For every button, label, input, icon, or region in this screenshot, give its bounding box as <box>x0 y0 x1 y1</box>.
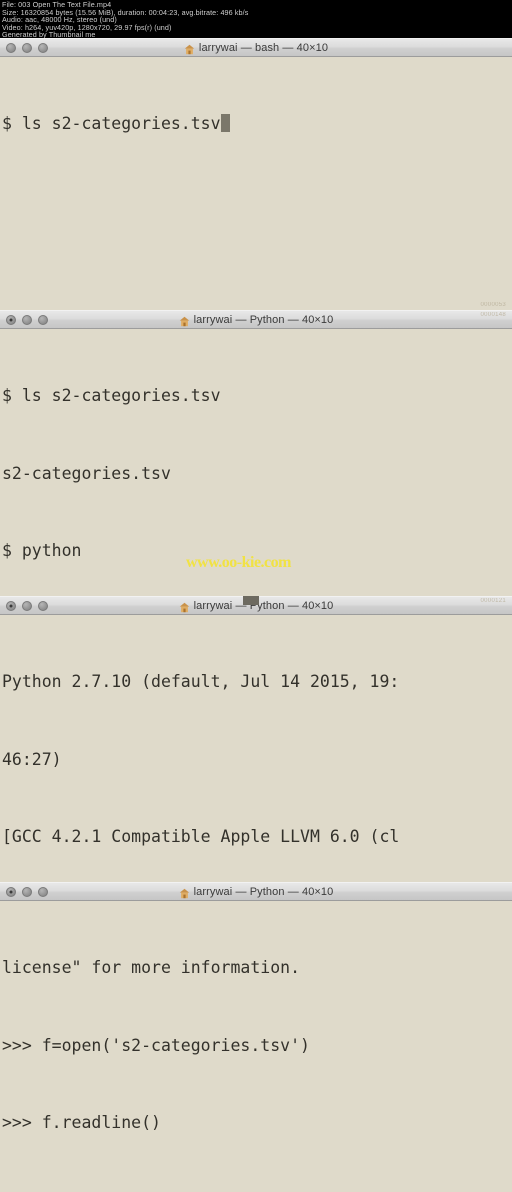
terminal-line: >>> f=open('s2-categories.tsv') <box>2 1035 310 1055</box>
traffic-lights-4[interactable] <box>0 886 48 897</box>
terminal-line: Python 2.7.10 (default, Jul 14 2015, 19: <box>2 671 400 691</box>
home-icon <box>179 600 190 613</box>
home-icon <box>184 42 195 55</box>
frame-watermark-1: 0000053 <box>480 302 506 308</box>
terminal-line: 46:27) <box>2 749 62 769</box>
text-cursor <box>220 113 230 132</box>
zoom-button[interactable] <box>38 600 48 611</box>
minimize-button[interactable] <box>22 42 32 53</box>
terminal-line: $ ls s2-categories.tsv <box>2 385 221 405</box>
terminal-body-1[interactable]: $ ls s2-categories.tsv <box>0 57 512 189</box>
terminal-body-2[interactable]: $ ls s2-categories.tsv s2-categories.tsv… <box>0 329 512 596</box>
home-icon <box>179 314 190 327</box>
title-center-4: larrywai — Python — 40×10 <box>0 883 512 900</box>
terminal-line: $ python <box>2 541 82 561</box>
terminal-body-3[interactable]: Python 2.7.10 (default, Jul 14 2015, 19:… <box>0 615 512 882</box>
titlebar-4[interactable]: larrywai — Python — 40×10 <box>0 882 512 901</box>
close-button[interactable] <box>6 886 16 897</box>
terminal-window-4[interactable]: larrywai — Python — 40×10 license" for m… <box>0 882 512 1192</box>
titlebar-2[interactable]: larrywai — Python — 40×10 <box>0 310 512 329</box>
close-button[interactable] <box>6 314 16 325</box>
title-center-2: larrywai — Python — 40×10 <box>0 311 512 328</box>
traffic-lights-1[interactable] <box>0 42 48 53</box>
terminal-window-3[interactable]: larrywai — Python — 40×10 Python 2.7.10 … <box>0 596 512 882</box>
traffic-lights-2[interactable] <box>0 314 48 325</box>
titlebar-1[interactable]: larrywai — bash — 40×10 <box>0 38 512 57</box>
terminal-line: s2-categories.tsv <box>2 463 171 483</box>
zoom-button[interactable] <box>38 314 48 325</box>
terminal-line-text: $ ls s2-categories.tsv <box>2 113 221 133</box>
video-metadata-header: File: 003 Open The Text File.mp4 Size: 1… <box>0 0 512 38</box>
minimize-button[interactable] <box>22 886 32 897</box>
terminal-line: $ ls s2-categories.tsv <box>2 111 512 137</box>
window-title-3: larrywai — Python — 40×10 <box>193 599 334 612</box>
terminal-line: >>> f.readline() <box>2 1113 161 1133</box>
title-center-1: larrywai — bash — 40×10 <box>0 39 512 56</box>
terminal-line: license" for more information. <box>2 957 301 977</box>
terminal-window-1[interactable]: larrywai — bash — 40×10 $ ls s2-categori… <box>0 38 512 310</box>
minimize-button[interactable] <box>22 314 32 325</box>
traffic-lights-3[interactable] <box>0 600 48 611</box>
close-button[interactable] <box>6 42 16 53</box>
terminal-body-4[interactable]: license" for more information. >>> f=ope… <box>0 901 512 1192</box>
terminal-line: 'courseid\tcategory\tsubcategory\n' <box>2 1188 512 1192</box>
home-icon <box>179 886 190 899</box>
minimize-button[interactable] <box>22 600 32 611</box>
window-title-2: larrywai — Python — 40×10 <box>193 313 334 326</box>
zoom-button[interactable] <box>38 886 48 897</box>
window-title-1: larrywai — bash — 40×10 <box>198 41 329 54</box>
terminal-line: [GCC 4.2.1 Compatible Apple LLVM 6.0 (cl <box>2 827 400 847</box>
window-title-4: larrywai — Python — 40×10 <box>193 885 334 898</box>
zoom-button[interactable] <box>38 42 48 53</box>
close-button[interactable] <box>6 600 16 611</box>
video-generator-line: Generated by Thumbnail me <box>2 30 96 38</box>
terminal-window-2[interactable]: larrywai — Python — 40×10 $ ls s2-catego… <box>0 310 512 596</box>
titlebar-3[interactable]: larrywai — Python — 40×10 <box>0 596 512 615</box>
title-center-3: larrywai — Python — 40×10 <box>0 597 512 614</box>
